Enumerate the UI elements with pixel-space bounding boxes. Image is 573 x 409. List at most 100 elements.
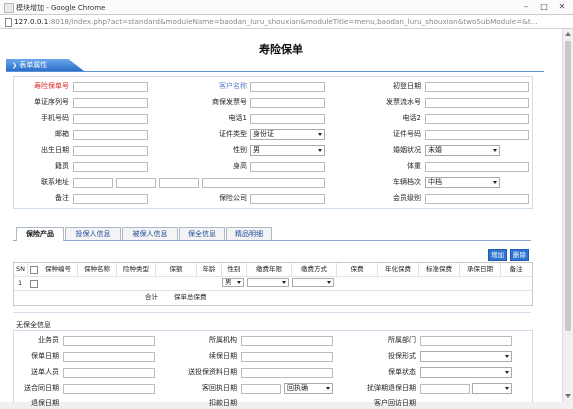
weight-input[interactable] [425,162,529,172]
grid-header-annual-premium: 年化保费 [378,263,419,276]
native-place-input[interactable] [73,162,148,172]
chevron-right-icon: ❯ [12,62,18,69]
minimize-button[interactable]: – [517,1,535,12]
grid-divider [14,276,532,277]
url-host: 127.0.0.1 [14,17,49,26]
grid-header-product-code: 保种编号 [39,263,78,276]
id-no-input[interactable] [425,130,529,140]
customer-name-input[interactable] [250,82,325,92]
row-payment-years-select[interactable] [247,278,289,287]
policy-date-input[interactable] [63,352,155,362]
first-date-input[interactable] [425,82,529,92]
row-checkbox[interactable] [30,280,38,288]
salesman-input[interactable] [63,336,155,346]
birth-date-input[interactable] [73,146,148,156]
tab-boutique-details[interactable]: 精品明细 [226,227,272,240]
row-sn: 1 [18,279,23,287]
tab-applicant-info[interactable]: 投保人信息 [65,227,121,240]
delete-row-button[interactable]: 删除 [510,249,529,261]
add-row-button[interactable]: 增加 [488,249,507,261]
tab-preservation-info[interactable]: 保全信息 [179,227,225,240]
remark-label: 备注 [55,194,69,202]
email-input[interactable] [73,130,148,140]
preservation-form: 业务员 所属机构 所属部门 保单日期 续保日期 投保形式 送单人员 送投保资料日… [13,330,533,407]
marital-value: 未婚 [428,146,442,154]
page-content: 寿险保单 ❯ 表单属性 寿险保单号 客户名称 初登日期 单证序列号 商保发票号 … [0,29,562,407]
height-input[interactable] [250,162,325,172]
grid-header-standard-premium: 标准保费 [419,263,460,276]
renewal-date-input[interactable] [241,352,333,362]
row-gender-select[interactable]: 男 [222,278,244,287]
submit-docs-date-input[interactable] [241,368,333,378]
select-all-checkbox[interactable] [30,266,38,274]
tab-insurance-products[interactable]: 保险产品 [16,227,64,241]
phone1-input[interactable] [250,114,325,124]
vertical-scrollbar[interactable] [562,29,573,402]
insurer-input[interactable] [250,194,325,204]
policy-date-label: 保单日期 [31,352,59,360]
close-button[interactable]: ✕ [553,1,571,12]
vehicle-grade-select[interactable]: 中档 [425,177,500,188]
dropdown-caret-icon [326,387,330,390]
weight-label: 体重 [407,162,421,170]
no-preservation-title: 无保全信息 [16,321,51,329]
address-province-input[interactable] [73,178,113,188]
salesman-label: 业务员 [38,336,59,344]
dropdown-caret-icon [282,281,286,284]
height-label: 身高 [233,162,247,170]
row-payment-method-select[interactable] [292,278,334,287]
insure-form-select[interactable] [420,351,512,362]
marital-select[interactable]: 未婚 [425,145,500,156]
policy-no-input[interactable] [73,82,148,92]
gender-value: 男 [253,146,260,154]
receipt-date-input[interactable] [241,384,281,394]
address-city-input[interactable] [116,178,156,188]
id-type-select[interactable]: 身份证 [250,129,325,140]
business-invoice-input[interactable] [250,98,325,108]
window-titlebar: 模块增加 - Google Chrome – □ ✕ [0,0,573,15]
phone1-label: 电话1 [228,114,247,122]
maximize-button[interactable]: □ [535,1,553,12]
policy-status-select[interactable] [420,367,512,378]
scrollbar-thumb[interactable] [565,41,571,331]
grid-header-sn: SN [14,263,28,276]
dropdown-caret-icon [505,387,509,390]
scroll-up-icon[interactable] [565,32,571,36]
serial-no-input[interactable] [73,98,148,108]
section-tab-form-attributes[interactable]: ❯ 表单属性 [6,59,84,71]
id-type-value: 身份证 [253,130,274,138]
url-text[interactable]: 127.0.0.1:8018/index.php?act=standard&mo… [14,17,569,26]
delivery-person-input[interactable] [63,368,155,378]
scroll-down-icon[interactable] [565,394,571,398]
customer-name-label[interactable]: 客户名称 [164,81,247,92]
department-input[interactable] [420,336,512,346]
id-type-label: 证件类型 [219,130,247,138]
cooling-off-select[interactable] [472,383,512,394]
grid-header-risk-type: 险种类型 [117,263,156,276]
policy-status-label: 保单状态 [388,368,416,376]
address-detail-input[interactable] [202,178,325,188]
mobile-label: 手机号码 [41,114,69,122]
invoice-flow-label: 发票流水号 [386,98,421,106]
row-gender-value: 男 [225,278,232,286]
phone2-input[interactable] [425,114,529,124]
remark-input[interactable] [73,194,148,204]
grid-header-product-name: 保种名称 [78,263,117,276]
member-level-label: 会员级别 [393,194,421,202]
receipt-confirm-select[interactable]: 回执确 [284,383,333,394]
address-bar[interactable]: 127.0.0.1:8018/index.php?act=standard&mo… [0,15,573,29]
invoice-flow-input[interactable] [425,98,529,108]
organization-input[interactable] [241,336,333,346]
address-district-input[interactable] [159,178,199,188]
dropdown-caret-icon [327,281,331,284]
tab-insured-info[interactable]: 被保人信息 [122,227,178,240]
gender-select[interactable]: 男 [250,145,325,156]
contract-date-input[interactable] [63,384,155,394]
business-invoice-label: 商保发票号 [212,98,247,106]
mobile-input[interactable] [73,114,148,124]
id-no-label: 证件号码 [393,130,421,138]
grid-header-payment-years: 缴费年限 [247,263,292,276]
cooling-off-date-input[interactable] [420,384,470,394]
vehicle-grade-label: 车辆档次 [393,178,421,186]
member-level-input[interactable] [425,194,529,204]
